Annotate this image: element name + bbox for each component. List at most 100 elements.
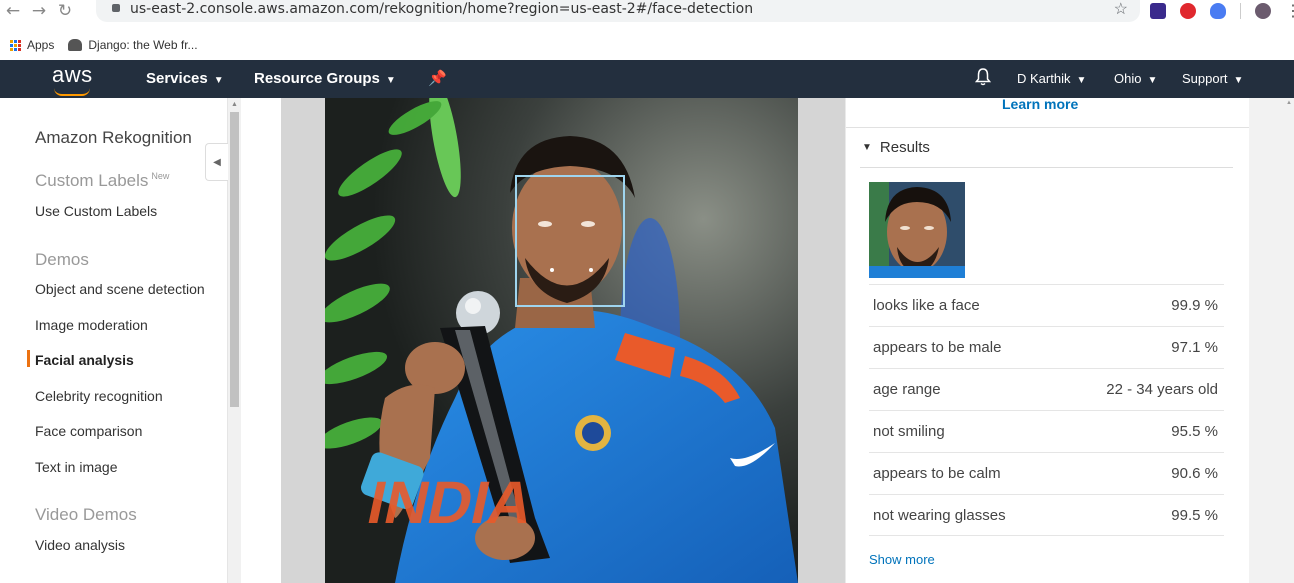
django-favicon-icon [68, 39, 83, 51]
face-landmark-point [589, 268, 593, 272]
bell-icon[interactable] [975, 68, 991, 86]
pin-icon[interactable]: 📌 [428, 69, 447, 87]
face-bounding-box[interactable] [515, 175, 625, 307]
bookmark-django[interactable]: Django: the Web fr... [68, 38, 198, 52]
result-row: appears to be male 97.1 % [869, 326, 1224, 368]
learn-more-link[interactable]: Learn more [1002, 96, 1078, 112]
aws-smile-icon [54, 88, 90, 96]
services-label: Services [146, 70, 208, 87]
sidebar-item-image-moderation[interactable]: Image moderation [35, 317, 148, 333]
result-row: not wearing glasses 99.5 % [869, 494, 1224, 536]
results-divider [860, 167, 1233, 168]
sidebar-scrollbar[interactable]: ▲ [228, 98, 241, 583]
results-heading: Results [879, 139, 930, 156]
shield-extension-icon[interactable] [1210, 3, 1226, 19]
result-row: not smiling 95.5 % [869, 410, 1224, 452]
chevron-down-icon: ▼ [1076, 75, 1087, 86]
browser-toolbar: ← → ↻ us-east-2.console.aws.amazon.com/r… [0, 0, 1294, 30]
address-url[interactable]: us-east-2.console.aws.amazon.com/rekogni… [130, 1, 753, 17]
bookmark-django-label: Django: the Web fr... [88, 38, 198, 52]
scroll-up-icon[interactable]: ▲ [231, 101, 238, 108]
result-row: age range 22 - 34 years old [869, 368, 1224, 410]
region-menu[interactable]: Ohio ▼ [1114, 71, 1157, 86]
new-badge: New [151, 171, 170, 182]
page-scrollbar[interactable]: ▲ [1285, 98, 1294, 583]
result-value: 90.6 % [1171, 465, 1218, 482]
sidebar-item-video-analysis[interactable]: Video analysis [35, 537, 125, 553]
sidebar-item-text-in-image[interactable]: Text in image [35, 459, 117, 475]
result-value: 97.1 % [1171, 339, 1218, 356]
region-label: Ohio [1114, 71, 1142, 86]
forward-arrow-icon[interactable]: → [26, 1, 52, 21]
result-label: not smiling [873, 423, 945, 440]
chevron-down-icon: ▼ [1233, 75, 1244, 86]
opera-extension-icon[interactable] [1180, 3, 1196, 19]
account-label: D Karthik [1017, 71, 1071, 86]
resource-groups-label: Resource Groups [254, 70, 380, 87]
support-menu[interactable]: Support ▼ [1182, 71, 1243, 86]
sidebar-scroll-thumb[interactable] [230, 112, 239, 407]
active-item-marker [27, 350, 30, 367]
section-divider [846, 127, 1249, 128]
bookmark-apps[interactable]: Apps [10, 38, 54, 52]
sidebar-item-use-custom-labels[interactable]: Use Custom Labels [35, 203, 157, 219]
result-value: 22 - 34 years old [1106, 381, 1218, 398]
aws-logo-text: aws [52, 62, 93, 87]
result-label: age range [873, 381, 941, 398]
browser-menu-icon[interactable]: ⋮ [1285, 1, 1294, 21]
analyzed-photo: INDIA [325, 98, 798, 583]
result-label: not wearing glasses [873, 506, 1006, 524]
face-thumbnail-illustration [869, 182, 965, 278]
collapse-sidebar-button[interactable]: ◀ [205, 143, 228, 181]
sidebar-item-face-comparison[interactable]: Face comparison [35, 423, 142, 439]
jersey-text: INDIA [362, 469, 540, 536]
bookmarks-bar: Apps Django: the Web fr... [0, 30, 1294, 60]
bookmark-apps-label: Apps [27, 38, 55, 52]
back-arrow-icon[interactable]: ← [0, 1, 26, 21]
apps-grid-icon [10, 39, 21, 51]
support-label: Support [1182, 71, 1228, 86]
sidebar-item-celebrity-recognition[interactable]: Celebrity recognition [35, 388, 163, 404]
result-label: appears to be male [873, 339, 1002, 356]
video-demos-header: Video Demos [35, 505, 137, 524]
demos-header: Demos [35, 250, 89, 269]
result-label: looks like a face [873, 297, 980, 314]
profile-avatar-icon[interactable] [1255, 3, 1271, 19]
toolbar-divider [1240, 3, 1241, 19]
result-value: 99.9 % [1171, 297, 1218, 314]
result-row: looks like a face 99.9 % [869, 284, 1224, 326]
browser-nav-buttons: ← → ↻ [0, 0, 78, 22]
aws-top-nav: aws Services ▼ Resource Groups ▼ 📌 D Karth… [0, 60, 1294, 98]
caret-down-icon: ▼ [862, 142, 872, 153]
lock-icon [112, 4, 120, 12]
detected-face-thumbnail[interactable] [869, 182, 965, 278]
chevron-down-icon: ▼ [1147, 75, 1158, 86]
custom-labels-header: Custom Labels New [35, 171, 169, 191]
extension-icons: ⋮ [1150, 0, 1294, 22]
sidebar-title: Amazon Rekognition [35, 128, 192, 147]
address-bar[interactable]: us-east-2.console.aws.amazon.com/rekogni… [96, 0, 1140, 22]
resource-groups-menu[interactable]: Resource Groups ▼ [254, 70, 396, 87]
chevron-down-icon: ▼ [213, 75, 224, 86]
show-more-link[interactable]: Show more [869, 552, 935, 567]
service-sidebar: Amazon Rekognition Custom Labels New Use … [0, 98, 228, 583]
face-landmark-point [550, 268, 554, 272]
chevron-down-icon: ▼ [385, 75, 396, 86]
result-value: 99.5 % [1171, 506, 1218, 524]
custom-labels-header-label: Custom Labels [35, 171, 149, 190]
bookmark-star-icon[interactable]: ☆ [1114, 0, 1128, 19]
result-value: 95.5 % [1171, 423, 1218, 440]
chevron-left-icon: ◀ [213, 156, 221, 168]
reload-icon[interactable]: ↻ [52, 1, 78, 21]
aws-logo[interactable]: aws [52, 62, 98, 96]
sidebar-item-facial-analysis[interactable]: Facial analysis [35, 352, 134, 368]
sidebar-item-object-scene-detection[interactable]: Object and scene detection [35, 281, 205, 297]
photo-illustration: INDIA [325, 98, 798, 583]
services-menu[interactable]: Services ▼ [146, 70, 224, 87]
result-label: appears to be calm [873, 465, 1001, 482]
result-row: appears to be calm 90.6 % [869, 452, 1224, 494]
results-toggle[interactable]: ▼ Results [862, 139, 930, 156]
scroll-up-icon[interactable]: ▲ [1286, 100, 1292, 106]
extension-icon[interactable] [1150, 3, 1166, 19]
account-menu[interactable]: D Karthik ▼ [1017, 71, 1086, 86]
